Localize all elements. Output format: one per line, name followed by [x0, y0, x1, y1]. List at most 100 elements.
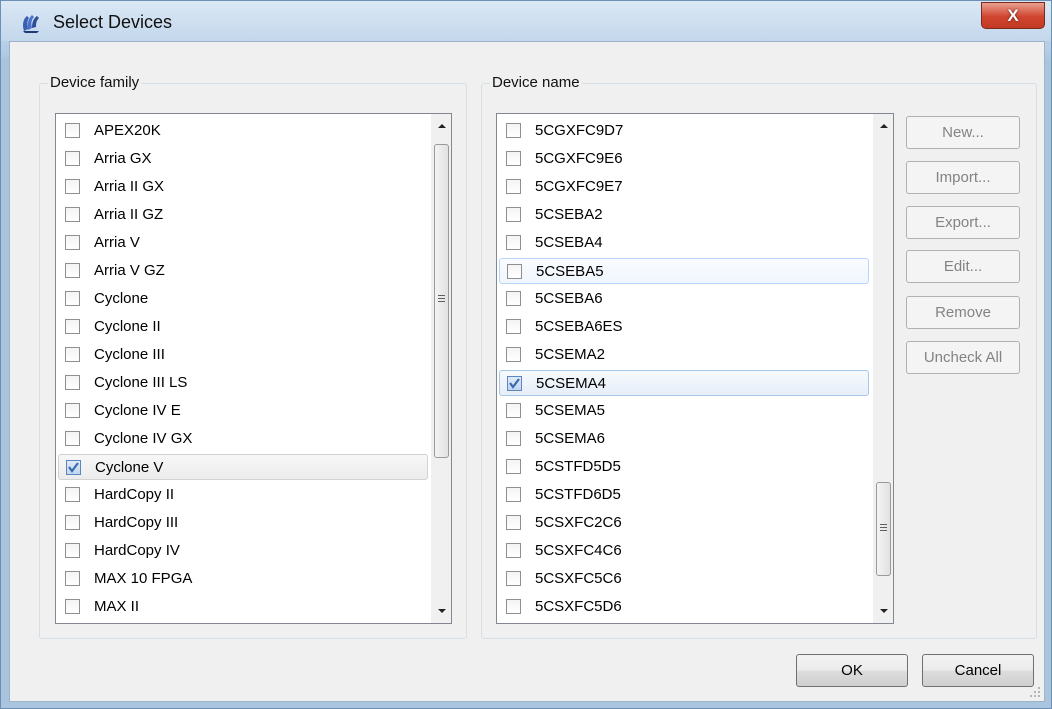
- list-item[interactable]: MAX II: [58, 594, 428, 620]
- list-item[interactable]: 5CSXFC5D6: [499, 594, 869, 620]
- checkbox[interactable]: [65, 347, 80, 362]
- list-item[interactable]: 5CSXFC5C6: [499, 566, 869, 592]
- list-item-label: 5CGXFC9E6: [535, 150, 623, 167]
- checkbox[interactable]: [507, 264, 522, 279]
- checkbox[interactable]: [506, 291, 521, 306]
- list-item[interactable]: 5CSEBA6: [499, 286, 869, 312]
- checkbox[interactable]: [506, 347, 521, 362]
- checkbox[interactable]: [65, 375, 80, 390]
- checkbox[interactable]: [507, 376, 522, 391]
- list-item-label: Cyclone IV E: [94, 402, 181, 419]
- device-name-label: Device name: [490, 74, 582, 91]
- checkbox[interactable]: [65, 235, 80, 250]
- edit-button[interactable]: Edit...: [906, 250, 1020, 283]
- list-item[interactable]: Cyclone II: [58, 314, 428, 340]
- list-item[interactable]: 5CSEMA5: [499, 398, 869, 424]
- checkmark-icon: [68, 462, 79, 473]
- checkbox[interactable]: [65, 319, 80, 334]
- list-item[interactable]: HardCopy II: [58, 482, 428, 508]
- list-item[interactable]: Cyclone IV GX: [58, 426, 428, 452]
- checkbox[interactable]: [65, 123, 80, 138]
- list-item[interactable]: Cyclone IV E: [58, 398, 428, 424]
- checkbox[interactable]: [506, 571, 521, 586]
- list-item[interactable]: HardCopy III: [58, 510, 428, 536]
- checkbox[interactable]: [506, 207, 521, 222]
- list-item[interactable]: 5CGXFC9D7: [499, 118, 869, 144]
- checkbox[interactable]: [506, 123, 521, 138]
- resize-grip-icon[interactable]: [1029, 686, 1041, 698]
- scroll-up-arrow-icon[interactable]: [874, 116, 894, 136]
- scroll-down-arrow-icon[interactable]: [432, 601, 452, 621]
- device-name-scrollbar[interactable]: [873, 114, 894, 623]
- new-button[interactable]: New...: [906, 116, 1020, 149]
- checkbox[interactable]: [506, 431, 521, 446]
- list-item[interactable]: 5CGXFC9E6: [499, 146, 869, 172]
- list-item[interactable]: APEX20K: [58, 118, 428, 144]
- list-item[interactable]: 5CSEMA6: [499, 426, 869, 452]
- list-item[interactable]: 5CSEBA6ES: [499, 314, 869, 340]
- checkbox[interactable]: [65, 207, 80, 222]
- checkbox[interactable]: [65, 431, 80, 446]
- quartus-app-icon: [23, 15, 39, 33]
- list-item[interactable]: 5CSEBA5: [499, 258, 869, 284]
- checkbox[interactable]: [65, 403, 80, 418]
- list-item[interactable]: Cyclone III: [58, 342, 428, 368]
- list-item[interactable]: 5CSEBA4: [499, 230, 869, 256]
- list-item[interactable]: Cyclone III LS: [58, 370, 428, 396]
- checkbox[interactable]: [65, 151, 80, 166]
- remove-button[interactable]: Remove: [906, 296, 1020, 329]
- device-family-list[interactable]: APEX20K Arria GX Arria II GX Arria II GZ Arr…: [55, 113, 452, 624]
- scroll-up-arrow-icon[interactable]: [432, 116, 452, 136]
- device-family-scrollbar[interactable]: [431, 114, 452, 623]
- checkbox[interactable]: [65, 515, 80, 530]
- list-item[interactable]: 5CSTFD6D5: [499, 482, 869, 508]
- list-item[interactable]: 5CSXFC4C6: [499, 538, 869, 564]
- device-name-list[interactable]: 5CGXFC9D7 5CGXFC9E6 5CGXFC9E7 5CSEBA2 5CSEBA…: [496, 113, 894, 624]
- list-item[interactable]: Cyclone: [58, 286, 428, 312]
- checkbox[interactable]: [506, 235, 521, 250]
- list-item[interactable]: Arria II GX: [58, 174, 428, 200]
- ok-button[interactable]: OK: [796, 654, 908, 687]
- list-item[interactable]: 5CSTFD5D5: [499, 454, 869, 480]
- checkbox[interactable]: [506, 459, 521, 474]
- window-title: Select Devices: [53, 12, 173, 32]
- list-item[interactable]: 5CGXFC9E7: [499, 174, 869, 200]
- checkbox[interactable]: [65, 543, 80, 558]
- checkbox[interactable]: [65, 571, 80, 586]
- list-item[interactable]: 5CSEBA2: [499, 202, 869, 228]
- checkbox[interactable]: [506, 319, 521, 334]
- checkbox[interactable]: [506, 599, 521, 614]
- checkbox[interactable]: [506, 151, 521, 166]
- list-item[interactable]: 5CSEMA4: [499, 370, 869, 396]
- list-item[interactable]: Arria GX: [58, 146, 428, 172]
- close-button[interactable]: X: [981, 2, 1045, 29]
- list-item[interactable]: Arria II GZ: [58, 202, 428, 228]
- list-item[interactable]: Arria V: [58, 230, 428, 256]
- list-item-label: 5CSEBA6: [535, 290, 603, 307]
- scroll-thumb[interactable]: [876, 482, 891, 576]
- checkbox[interactable]: [66, 460, 81, 475]
- checkbox[interactable]: [506, 515, 521, 530]
- scroll-down-arrow-icon[interactable]: [874, 601, 894, 621]
- checkbox[interactable]: [65, 179, 80, 194]
- checkbox[interactable]: [506, 179, 521, 194]
- list-item[interactable]: HardCopy IV: [58, 538, 428, 564]
- checkbox[interactable]: [506, 403, 521, 418]
- checkbox[interactable]: [65, 291, 80, 306]
- list-item[interactable]: Arria V GZ: [58, 258, 428, 284]
- list-item[interactable]: MAX 10 FPGA: [58, 566, 428, 592]
- list-item[interactable]: Cyclone V: [58, 454, 428, 480]
- list-item[interactable]: 5CSEMA2: [499, 342, 869, 368]
- checkbox[interactable]: [506, 543, 521, 558]
- uncheck-all-button[interactable]: Uncheck All: [906, 341, 1020, 374]
- import-button[interactable]: Import...: [906, 161, 1020, 194]
- checkbox[interactable]: [506, 487, 521, 502]
- checkbox[interactable]: [65, 599, 80, 614]
- list-item-label: HardCopy II: [94, 486, 175, 503]
- cancel-button[interactable]: Cancel: [922, 654, 1034, 687]
- checkbox[interactable]: [65, 263, 80, 278]
- scroll-thumb[interactable]: [434, 144, 449, 458]
- export-button[interactable]: Export...: [906, 206, 1020, 239]
- list-item[interactable]: 5CSXFC2C6: [499, 510, 869, 536]
- checkbox[interactable]: [65, 487, 80, 502]
